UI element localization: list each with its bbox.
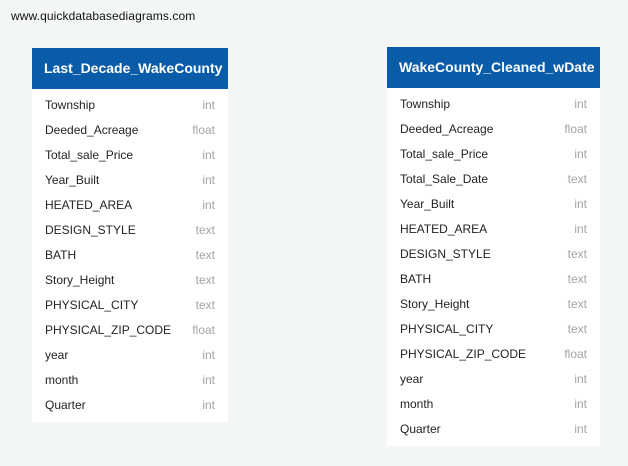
field-type: int <box>202 197 215 212</box>
field-name: Year_Built <box>400 196 455 211</box>
field-name: PHYSICAL_ZIP_CODE <box>45 322 172 337</box>
field-row[interactable]: DESIGN_STYLE text <box>32 217 228 242</box>
field-row[interactable]: PHYSICAL_ZIP_CODE float <box>32 317 228 342</box>
field-type: text <box>567 246 587 261</box>
table-wakecounty-cleaned-wdate[interactable]: WakeCounty_Cleaned_wDate Township int Deed… <box>387 47 600 446</box>
field-row[interactable]: Quarter int <box>32 392 228 417</box>
field-row[interactable]: Township int <box>32 92 228 117</box>
field-row[interactable]: Total_Sale_Date text <box>387 166 600 191</box>
field-type: float <box>192 122 215 137</box>
field-type: int <box>202 147 215 162</box>
field-name: Township <box>45 97 96 112</box>
field-row[interactable]: Township int <box>387 91 600 116</box>
field-type: text <box>195 297 215 312</box>
field-type: int <box>202 372 215 387</box>
field-type: text <box>567 296 587 311</box>
field-name: PHYSICAL_CITY <box>45 297 139 312</box>
field-name: DESIGN_STYLE <box>400 246 491 261</box>
field-row[interactable]: HEATED_AREA int <box>387 216 600 241</box>
field-row[interactable]: year int <box>387 366 600 391</box>
field-type: int <box>202 172 215 187</box>
field-name: HEATED_AREA <box>400 221 488 236</box>
field-name: PHYSICAL_CITY <box>400 321 494 336</box>
field-name: PHYSICAL_ZIP_CODE <box>400 346 527 361</box>
field-name: Story_Height <box>45 272 115 287</box>
field-type: text <box>567 271 587 286</box>
field-row[interactable]: PHYSICAL_CITY text <box>32 292 228 317</box>
field-type: float <box>192 322 215 337</box>
field-type: float <box>564 121 587 136</box>
field-row[interactable]: PHYSICAL_ZIP_CODE float <box>387 341 600 366</box>
field-name: BATH <box>45 247 77 262</box>
field-type: float <box>564 346 587 361</box>
field-name: DESIGN_STYLE <box>45 222 136 237</box>
table-fields: Township int Deeded_Acreage float Total_sale… <box>387 88 600 446</box>
field-type: int <box>574 221 587 236</box>
field-row[interactable]: Deeded_Acreage float <box>387 116 600 141</box>
field-name: Deeded_Acreage <box>45 122 139 137</box>
field-name: year <box>45 347 69 362</box>
field-type: int <box>574 396 587 411</box>
field-name: month <box>45 372 79 387</box>
field-row[interactable]: month int <box>387 391 600 416</box>
field-type: text <box>195 272 215 287</box>
field-type: text <box>567 171 587 186</box>
field-name: Township <box>400 96 451 111</box>
field-type: text <box>195 247 215 262</box>
field-type: int <box>202 97 215 112</box>
field-row[interactable]: BATH text <box>387 266 600 291</box>
field-name: Year_Built <box>45 172 100 187</box>
field-row[interactable]: Total_sale_Price int <box>387 141 600 166</box>
field-name: Deeded_Acreage <box>400 121 494 136</box>
field-type: int <box>574 146 587 161</box>
field-type: int <box>574 196 587 211</box>
field-type: text <box>195 222 215 237</box>
table-header[interactable]: Last_Decade_WakeCounty <box>32 48 228 89</box>
field-row[interactable]: HEATED_AREA int <box>32 192 228 217</box>
field-row[interactable]: BATH text <box>32 242 228 267</box>
field-type: int <box>202 397 215 412</box>
field-row[interactable]: Story_Height text <box>387 291 600 316</box>
field-row[interactable]: year int <box>32 342 228 367</box>
field-row[interactable]: Story_Height text <box>32 267 228 292</box>
field-row[interactable]: PHYSICAL_CITY text <box>387 316 600 341</box>
field-name: Quarter <box>400 421 441 436</box>
field-name: year <box>400 371 424 386</box>
field-name: HEATED_AREA <box>45 197 133 212</box>
table-fields: Township int Deeded_Acreage float Total_sale… <box>32 89 228 422</box>
field-name: Total_sale_Price <box>400 146 489 161</box>
field-name: month <box>400 396 434 411</box>
field-row[interactable]: Quarter int <box>387 416 600 441</box>
field-row[interactable]: Year_Built int <box>32 167 228 192</box>
field-row[interactable]: Total_sale_Price int <box>32 142 228 167</box>
field-row[interactable]: DESIGN_STYLE text <box>387 241 600 266</box>
field-row[interactable]: Deeded_Acreage float <box>32 117 228 142</box>
field-row[interactable]: Year_Built int <box>387 191 600 216</box>
table-header[interactable]: WakeCounty_Cleaned_wDate <box>387 47 600 88</box>
field-type: int <box>574 421 587 436</box>
table-last-decade-wakecounty[interactable]: Last_Decade_WakeCounty Township int Deeded… <box>32 48 228 422</box>
field-type: int <box>202 347 215 362</box>
field-name: Total_sale_Price <box>45 147 134 162</box>
field-name: Quarter <box>45 397 86 412</box>
field-type: text <box>567 321 587 336</box>
field-name: BATH <box>400 271 432 286</box>
site-watermark: www.quickdatabasediagrams.com <box>11 9 196 23</box>
field-name: Total_Sale_Date <box>400 171 489 186</box>
field-type: int <box>574 96 587 111</box>
field-type: int <box>574 371 587 386</box>
field-name: Story_Height <box>400 296 470 311</box>
field-row[interactable]: month int <box>32 367 228 392</box>
